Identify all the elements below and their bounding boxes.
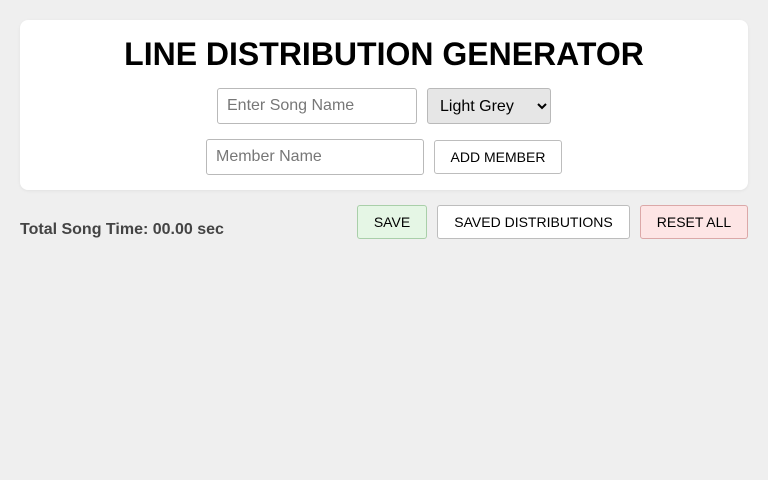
color-theme-select[interactable]: Light Grey <box>427 88 551 124</box>
reset-all-button[interactable]: RESET ALL <box>640 205 748 239</box>
total-song-time: Total Song Time: 00.00 sec <box>20 220 224 240</box>
song-name-input[interactable] <box>217 88 417 124</box>
generator-card: LINE DISTRIBUTION GENERATOR Light Grey A… <box>20 20 748 190</box>
page-title: LINE DISTRIBUTION GENERATOR <box>124 36 644 72</box>
member-name-input[interactable] <box>206 139 424 175</box>
save-button[interactable]: SAVE <box>357 205 427 239</box>
total-time-unit: sec <box>197 221 224 238</box>
total-time-label: Total Song Time: <box>20 221 149 238</box>
add-member-button[interactable]: ADD MEMBER <box>434 140 562 174</box>
total-time-value: 00.00 <box>152 221 193 238</box>
saved-distributions-button[interactable]: SAVED DISTRIBUTIONS <box>437 205 630 239</box>
